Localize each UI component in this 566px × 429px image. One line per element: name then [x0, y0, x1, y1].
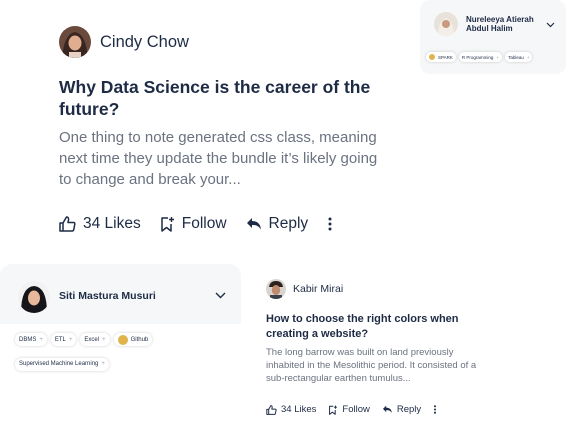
plus-icon: +	[68, 336, 73, 343]
profile-header: Nureleeya Atierah Abdul Halim	[434, 12, 552, 36]
follow-button[interactable]: Follow	[328, 404, 370, 415]
post-excerpt: The long barrow was built on land previo…	[266, 347, 477, 384]
skill-tag[interactable]: Tableau +	[505, 52, 533, 62]
like-button[interactable]: 34 Likes	[59, 215, 141, 233]
avatar	[434, 12, 458, 36]
plus-icon: +	[102, 336, 106, 343]
post-actions: 34 Likes Follow Reply	[59, 214, 333, 234]
skill-tag[interactable]: Excel +	[80, 333, 110, 346]
skill-tags: SPARK R Programming + Tableau +	[426, 52, 566, 62]
post-author[interactable]: Kabir Mirai	[266, 279, 486, 299]
thumbs-up-icon	[266, 404, 277, 415]
post-actions: 34 Likes Follow Reply	[266, 403, 437, 416]
avatar	[266, 279, 286, 299]
skill-tag[interactable]: ETL +	[50, 333, 77, 346]
chevron-down-icon[interactable]	[215, 292, 226, 299]
post-author[interactable]: Cindy Chow	[59, 26, 389, 58]
author-name: Cindy Chow	[100, 32, 189, 51]
bookmark-plus-icon	[328, 405, 338, 415]
plus-icon: +	[496, 54, 500, 60]
plus-icon: +	[39, 336, 43, 343]
follow-button[interactable]: Follow	[160, 215, 227, 233]
thumbs-up-icon	[59, 216, 76, 232]
skill-badge-icon	[429, 54, 435, 60]
more-vertical-icon[interactable]	[433, 405, 437, 414]
post-excerpt: One thing to note generated css class, m…	[59, 129, 378, 188]
post-title[interactable]: Why Data Science is the career of the fu…	[59, 76, 389, 120]
reply-arrow-icon	[382, 405, 393, 414]
profile-name: Siti Mastura Musuri	[59, 290, 156, 303]
skill-tag[interactable]: Github	[113, 333, 153, 346]
bookmark-plus-icon	[160, 216, 175, 232]
reply-button[interactable]: Reply	[382, 404, 421, 415]
skill-badge-icon	[117, 334, 128, 345]
post-card-small[interactable]: Kabir Mirai How to choose the right colo…	[266, 279, 486, 415]
chevron-down-icon[interactable]	[546, 22, 555, 28]
profile-header: Siti Mastura Musuri	[18, 281, 179, 313]
reply-arrow-icon	[246, 217, 262, 231]
reply-button[interactable]: Reply	[246, 215, 308, 233]
avatar	[59, 26, 91, 58]
skill-tag[interactable]: SPARK	[426, 52, 456, 62]
skill-tags: DBMS + ETL + Excel + Github Supervised M…	[0, 324, 241, 376]
profile-card-siti[interactable]: Siti Mastura Musuri DBMS + ETL + Excel +…	[0, 264, 241, 376]
profile-name: Nureleeya Atierah Abdul Halim	[466, 14, 534, 34]
plus-icon: +	[526, 54, 530, 60]
skill-tag[interactable]: R Programming +	[458, 52, 503, 62]
avatar	[18, 281, 50, 313]
post-card-main[interactable]: Cindy Chow Why Data Science is the caree…	[59, 26, 389, 232]
post-title[interactable]: How to choose the right colors when crea…	[266, 312, 486, 342]
skill-tag[interactable]: DBMS +	[15, 333, 47, 346]
like-button[interactable]: 34 Likes	[266, 404, 316, 415]
plus-icon: +	[101, 361, 105, 367]
more-vertical-icon[interactable]	[327, 217, 333, 231]
author-name: Kabir Mirai	[293, 283, 344, 295]
skill-tag[interactable]: Supervised Machine Learning +	[15, 357, 109, 371]
profile-card-nureleeya[interactable]: Nureleeya Atierah Abdul Halim SPARK R Pr…	[420, 0, 566, 74]
